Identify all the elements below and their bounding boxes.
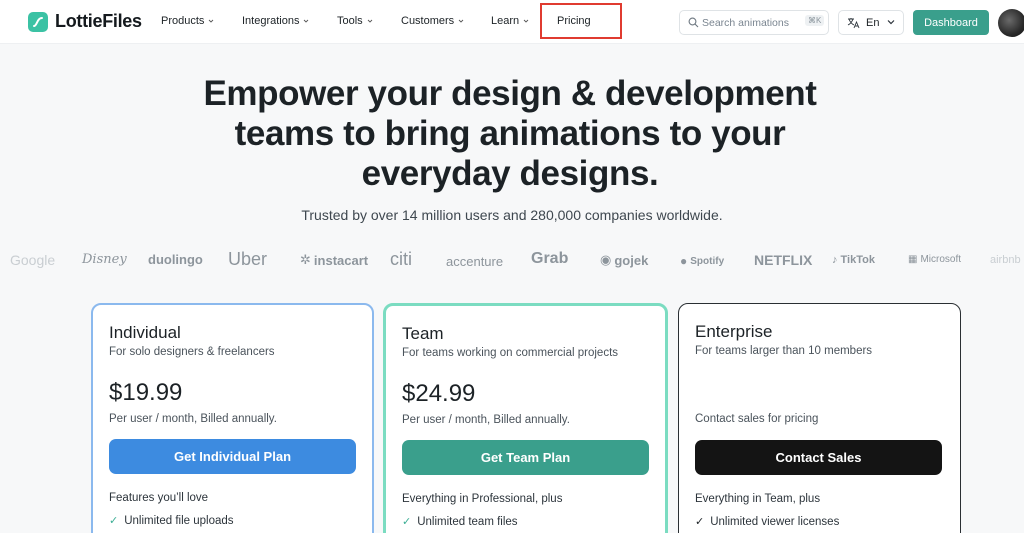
nav-customers[interactable]: Customers bbox=[401, 15, 464, 27]
nav-learn-label: Learn bbox=[491, 15, 520, 27]
brand-instacart-label: instacart bbox=[313, 252, 369, 268]
search-input[interactable] bbox=[702, 14, 796, 32]
brand-uber: Uber bbox=[228, 249, 268, 269]
brand-disney: Disney bbox=[82, 252, 127, 267]
plan-name: Individual bbox=[109, 323, 181, 342]
brand-spotify-label: Spotify bbox=[690, 255, 725, 267]
plan-name: Team bbox=[402, 324, 444, 343]
top-navbar: LottieFiles Products Integrations Tools … bbox=[0, 0, 1024, 44]
brand-instacart: ✲ instacart bbox=[300, 252, 368, 268]
brand-grab: Grab bbox=[531, 250, 569, 267]
features-heading: Features you’ll love bbox=[109, 492, 209, 504]
plan-price: $24.99 bbox=[402, 380, 476, 407]
feature-item: ✓ Unlimited file uploads bbox=[109, 514, 234, 528]
get-individual-plan-button[interactable]: Get Individual Plan bbox=[109, 439, 356, 474]
plan-card-team: Team For teams working on commercial pro… bbox=[383, 303, 668, 533]
search-shortcut-badge: ⌘K bbox=[805, 15, 825, 26]
brand-google: Google bbox=[10, 252, 56, 268]
feature-label: Unlimited viewer licenses bbox=[710, 515, 840, 528]
language-label: En bbox=[866, 17, 880, 29]
brand-gojek-label: gojek bbox=[614, 252, 649, 268]
plan-card-individual: Individual For solo designers & freelanc… bbox=[91, 303, 374, 533]
dashboard-button[interactable]: Dashboard bbox=[913, 10, 989, 35]
nav-products[interactable]: Products bbox=[161, 15, 214, 27]
nav-tools[interactable]: Tools bbox=[337, 15, 373, 27]
microsoft-icon: ▦ bbox=[908, 254, 918, 265]
search-icon bbox=[688, 17, 699, 28]
nav-tools-label: Tools bbox=[337, 15, 363, 27]
lottiefiles-logo-icon bbox=[28, 11, 48, 32]
gojek-icon: ◉ bbox=[600, 252, 612, 267]
feature-item: ✓ Unlimited viewer licenses bbox=[695, 515, 840, 529]
brand-citi: citi bbox=[390, 249, 412, 269]
features-heading: Everything in Professional, plus bbox=[402, 493, 563, 505]
brand-logo-strip: Google Disney duolingo Uber ✲ instacart c… bbox=[0, 244, 1024, 278]
hero-subtitle: Trusted by over 14 million users and 280… bbox=[301, 207, 723, 223]
features-heading: Everything in Team, plus bbox=[695, 493, 821, 505]
brand-airbnb: airbnb bbox=[990, 254, 1021, 266]
chevron-down-icon bbox=[304, 19, 309, 23]
get-team-plan-button[interactable]: Get Team Plan bbox=[402, 440, 649, 475]
lottiefiles-logo[interactable]: LottieFiles bbox=[28, 11, 142, 32]
language-selector[interactable]: En bbox=[838, 10, 904, 35]
feature-item: ✓ Unlimited team files bbox=[402, 515, 518, 529]
feature-label: Unlimited file uploads bbox=[124, 514, 234, 527]
plan-description: For solo designers & freelancers bbox=[109, 346, 275, 358]
tiktok-icon: ♪ bbox=[832, 254, 838, 266]
brand-duolingo: duolingo bbox=[148, 252, 203, 267]
chevron-down-icon bbox=[458, 19, 464, 23]
check-icon: ✓ bbox=[402, 516, 412, 528]
brand-microsoft-label: Microsoft bbox=[920, 254, 962, 265]
brand-netflix: NETFLIX bbox=[754, 252, 813, 268]
brand-tiktok-label: TikTok bbox=[840, 254, 875, 266]
check-icon: ✓ bbox=[109, 515, 119, 527]
logo-text: LottieFiles bbox=[55, 11, 142, 31]
brand-spotify: ● Spotify bbox=[680, 254, 724, 268]
chevron-down-icon bbox=[209, 19, 214, 23]
chevron-down-icon bbox=[523, 19, 529, 23]
plan-billing: Per user / month, Billed annually. bbox=[402, 414, 570, 426]
plan-card-enterprise: Enterprise For teams larger than 10 memb… bbox=[678, 303, 961, 533]
chevron-down-icon bbox=[367, 19, 373, 23]
nav-pricing[interactable]: Pricing bbox=[557, 15, 591, 27]
feature-label: Unlimited team files bbox=[417, 515, 518, 528]
spotify-icon: ● bbox=[680, 254, 688, 268]
plan-name: Enterprise bbox=[695, 322, 773, 341]
plan-billing: Contact sales for pricing bbox=[695, 413, 819, 425]
hero-title-line-2: teams to bring animations to your bbox=[234, 114, 786, 153]
hero-title: Empower your design & development teams … bbox=[160, 74, 860, 194]
chevron-down-icon bbox=[887, 20, 895, 25]
hero-title-line-3: everyday designs. bbox=[361, 154, 659, 193]
plan-price: $19.99 bbox=[109, 379, 183, 406]
brand-tiktok: ♪ TikTok bbox=[832, 254, 875, 266]
avatar[interactable] bbox=[998, 9, 1024, 37]
contact-sales-button[interactable]: Contact Sales bbox=[695, 440, 942, 475]
translate-icon bbox=[847, 18, 860, 29]
hero-title-line-1: Empower your design & development bbox=[203, 74, 817, 113]
nav-integrations[interactable]: Integrations bbox=[242, 15, 309, 27]
plan-description: For teams larger than 10 members bbox=[695, 345, 873, 357]
check-icon: ✓ bbox=[695, 516, 705, 528]
nav-products-label: Products bbox=[161, 15, 205, 27]
plan-billing: Per user / month, Billed annually. bbox=[109, 413, 277, 425]
brand-microsoft: ▦ Microsoft bbox=[908, 254, 961, 265]
brand-accenture: accenture bbox=[446, 254, 504, 269]
brand-gojek: ◉ gojek bbox=[600, 252, 648, 268]
nav-integrations-label: Integrations bbox=[242, 15, 300, 27]
plan-description: For teams working on commercial projects bbox=[402, 347, 619, 359]
nav-customers-label: Customers bbox=[401, 15, 455, 27]
instacart-carrot-icon: ✲ bbox=[300, 252, 311, 267]
nav-learn[interactable]: Learn bbox=[491, 15, 529, 27]
